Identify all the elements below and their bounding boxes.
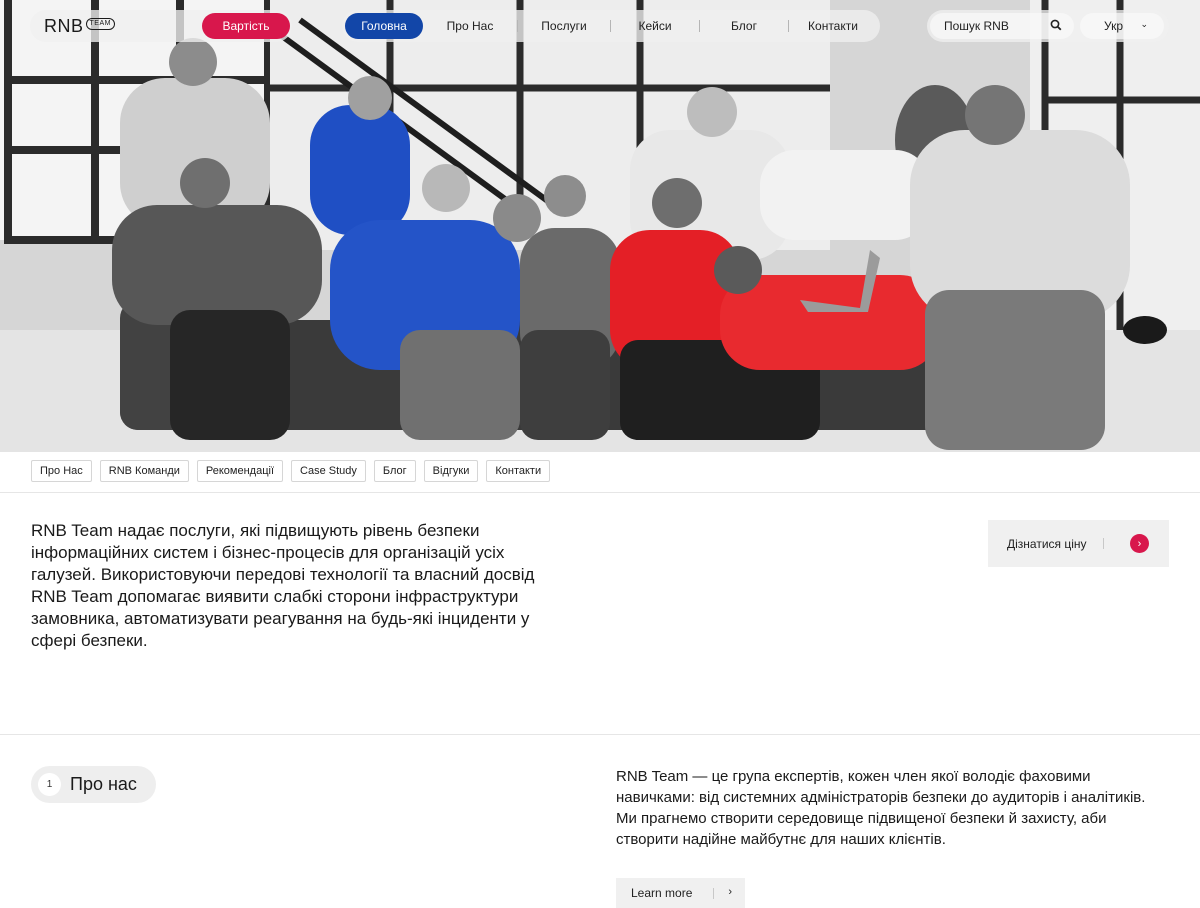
button-divider <box>713 888 714 899</box>
arrow-right-icon: › <box>1130 534 1149 553</box>
divider <box>0 734 1200 735</box>
hero-image <box>0 0 1200 452</box>
header-right-bar: Пошук RNB Укр ⌄ <box>927 10 1169 42</box>
section-nav: Про Нас RNB Команди Рекомендації Case St… <box>31 460 551 482</box>
language-select[interactable]: Укр ⌄ <box>1080 13 1164 39</box>
nav-item-services[interactable]: Послуги <box>518 10 610 42</box>
search-placeholder: Пошук RNB <box>944 19 1009 33</box>
intro-text: RNB Team надає послуги, які підвищують р… <box>31 521 535 650</box>
section-title: Про нас <box>70 774 137 794</box>
get-price-button[interactable]: Дізнатися ціну › <box>988 520 1169 567</box>
logo[interactable]: RNB TEAM <box>44 16 115 37</box>
chevron-down-icon: ⌄ <box>1140 19 1148 29</box>
get-price-label: Дізнатися ціну <box>1007 536 1087 551</box>
logo-text: RNB <box>44 15 84 36</box>
nav-item-contacts[interactable]: Контакти <box>789 10 877 42</box>
arrow-right-icon: › <box>728 886 732 898</box>
about-section-label: 1 Про нас <box>31 766 156 803</box>
section-number: 1 <box>38 773 61 796</box>
header-left-bar: RNB TEAM Вартість <box>30 10 292 42</box>
section-link-teams[interactable]: RNB Команди <box>99 460 189 482</box>
main-nav: Головна Про Нас Послуги Кейси Блог Конта… <box>342 10 880 42</box>
section-link-about[interactable]: Про Нас <box>31 460 92 482</box>
search-input[interactable]: Пошук RNB <box>930 13 1074 39</box>
nav-item-about[interactable]: Про Нас <box>423 10 517 42</box>
nav-item-cases[interactable]: Кейси <box>611 10 699 42</box>
section-link-recommendations[interactable]: Рекомендації <box>196 460 284 482</box>
hero-team-photo <box>0 0 1200 452</box>
search-icon[interactable] <box>1050 19 1062 31</box>
section-link-case-study[interactable]: Case Study <box>291 460 366 482</box>
logo-badge: TEAM <box>85 17 115 30</box>
section-link-blog[interactable]: Блог <box>373 460 416 482</box>
section-link-reviews[interactable]: Відгуки <box>423 460 479 482</box>
section-link-contacts[interactable]: Контакти <box>486 460 551 482</box>
nav-item-blog[interactable]: Блог <box>700 10 788 42</box>
button-divider <box>1103 538 1104 549</box>
divider <box>0 492 1200 493</box>
about-text: RNB Team — це група експертів, кожен чле… <box>616 768 1146 848</box>
learn-more-button[interactable]: Learn more › <box>616 878 745 908</box>
learn-more-label: Learn more <box>631 886 693 900</box>
price-button[interactable]: Вартість <box>202 13 290 39</box>
language-label: Укр <box>1104 19 1124 33</box>
nav-item-home[interactable]: Головна <box>345 13 423 39</box>
